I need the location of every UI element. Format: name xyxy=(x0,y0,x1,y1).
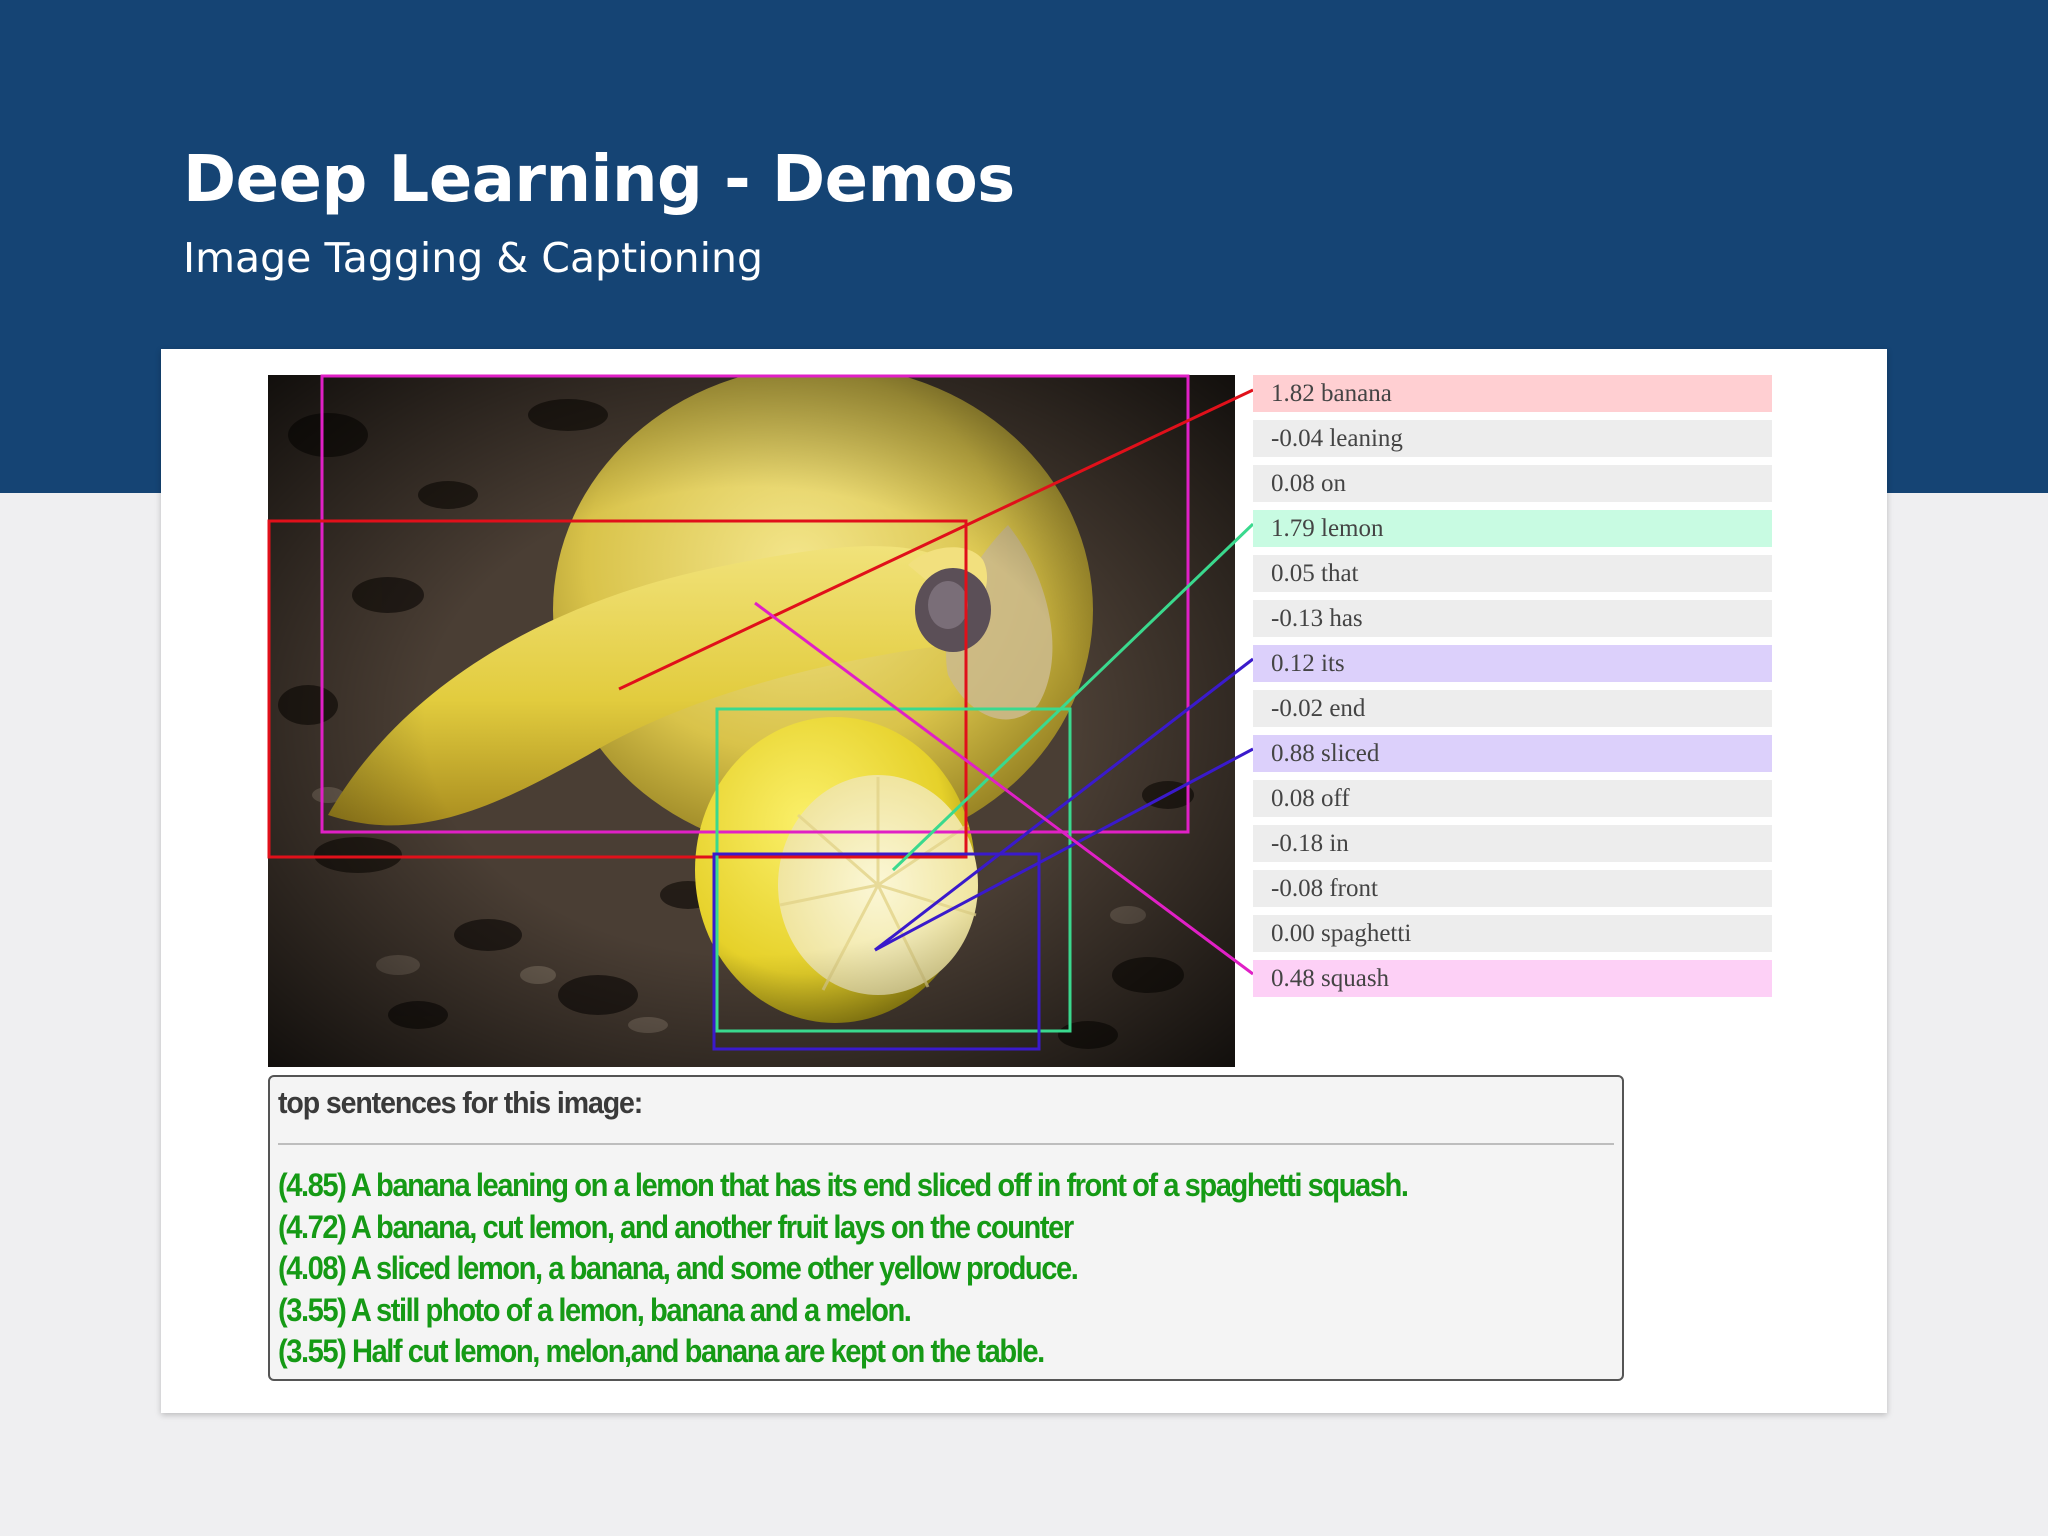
tag-score: 0.12 xyxy=(1271,650,1315,677)
tag-word: has xyxy=(1329,605,1363,632)
caption-sentence-list: (4.85) A banana leaning on a lemon that … xyxy=(278,1165,1519,1373)
tag-score: 0.08 xyxy=(1271,785,1315,812)
caption-divider xyxy=(278,1143,1614,1145)
caption-sentence: (3.55) A still photo of a lemon, banana … xyxy=(278,1291,912,1328)
tag-score: 0.08 xyxy=(1271,470,1315,497)
caption-sentence: (4.72) A banana, cut lemon, and another … xyxy=(278,1208,1074,1245)
tag-score: -0.08 xyxy=(1271,875,1324,902)
tag-row-spaghetti: 0.00 spaghetti xyxy=(1253,915,1772,952)
fruit-photo-illustration xyxy=(268,375,1235,1067)
tag-score: 0.05 xyxy=(1271,560,1315,587)
tag-score-list: 1.82 banana -0.04 leaning 0.08 on 1.79 lemo… xyxy=(1253,375,1772,1005)
tag-score: 1.79 xyxy=(1271,515,1315,542)
tag-score: -0.04 xyxy=(1271,425,1324,452)
tag-row-end: -0.02 end xyxy=(1253,690,1772,727)
tag-word: end xyxy=(1329,695,1366,722)
demo-card: 1.82 banana -0.04 leaning 0.08 on 1.79 lemo… xyxy=(161,349,1887,1413)
tag-row-squash: 0.48 squash xyxy=(1253,960,1772,997)
tag-score: 0.48 xyxy=(1271,965,1315,992)
tag-word: leaning xyxy=(1329,425,1403,452)
tag-word: in xyxy=(1329,830,1349,857)
slide-title: Deep Learning - Demos xyxy=(183,143,1015,217)
tag-word: front xyxy=(1329,875,1378,902)
caption-sentence: (3.55) Half cut lemon, melon,and banana … xyxy=(278,1333,1045,1369)
tag-score: 0.88 xyxy=(1271,740,1315,767)
tag-word: spaghetti xyxy=(1321,920,1412,947)
tag-word: off xyxy=(1321,785,1350,812)
tag-row-its: 0.12 its xyxy=(1253,645,1772,682)
fruit-photo xyxy=(268,375,1235,1067)
tag-row-banana: 1.82 banana xyxy=(1253,375,1772,412)
caption-heading: top sentences for this image: xyxy=(278,1085,643,1120)
tag-row-has: -0.13 has xyxy=(1253,600,1772,637)
tag-word: sliced xyxy=(1321,740,1380,767)
tag-row-that: 0.05 that xyxy=(1253,555,1772,592)
tag-word: lemon xyxy=(1321,515,1384,542)
slide-subtitle: Image Tagging & Captioning xyxy=(183,234,764,282)
tag-score: -0.02 xyxy=(1271,695,1324,722)
tag-score: 1.82 xyxy=(1271,380,1315,407)
tag-row-in: -0.18 in xyxy=(1253,825,1772,862)
tag-row-front: -0.08 front xyxy=(1253,870,1772,907)
tag-row-lemon: 1.79 lemon xyxy=(1253,510,1772,547)
tag-word: its xyxy=(1321,650,1345,677)
tag-word: banana xyxy=(1321,380,1392,407)
tag-word: on xyxy=(1321,470,1346,497)
caption-panel: top sentences for this image: (4.85) A b… xyxy=(268,1075,1624,1381)
tag-score: -0.18 xyxy=(1271,830,1324,857)
tag-score: 0.00 xyxy=(1271,920,1315,947)
caption-sentence: (4.08) A sliced lemon, a banana, and som… xyxy=(278,1250,1079,1286)
tag-word: squash xyxy=(1321,965,1390,992)
tag-row-off: 0.08 off xyxy=(1253,780,1772,817)
tag-word: that xyxy=(1321,560,1359,587)
caption-sentence: (4.85) A banana leaning on a lemon that … xyxy=(278,1167,1409,1203)
tag-row-on: 0.08 on xyxy=(1253,465,1772,502)
tag-score: -0.13 xyxy=(1271,605,1324,632)
tag-row-sliced: 0.88 sliced xyxy=(1253,735,1772,772)
tag-row-leaning: -0.04 leaning xyxy=(1253,420,1772,457)
